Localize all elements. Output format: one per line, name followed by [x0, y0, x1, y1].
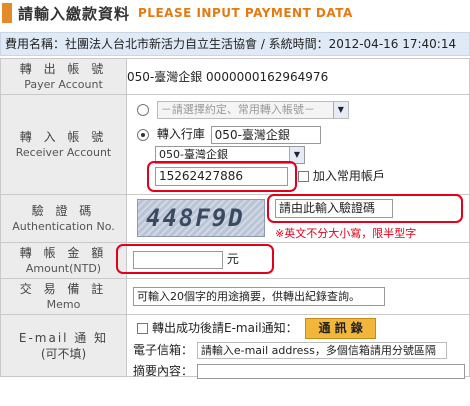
- bank-field[interactable]: 050-臺灣企銀: [210, 125, 321, 144]
- payer-label: 轉 出 帳 號 Payer Account: [0, 58, 127, 95]
- add-frequent-checkbox[interactable]: [297, 171, 309, 182]
- amount-label-zh: 轉 帳 金 額: [19, 245, 108, 260]
- email-notify-line: 轉出成功後請E-mail通知： 通 訊 錄: [137, 318, 376, 339]
- auth-cell: 448F9D 請由此輸入驗證碼 ※英文不分大小寫，限半型字: [126, 194, 470, 243]
- receiver-label-en: Receiver Account: [15, 145, 112, 159]
- email-notify-label: 轉出成功後請E-mail通知：: [152, 321, 298, 335]
- page-title-english: PLEASE INPUT PAYMENT DATA: [138, 6, 353, 20]
- amount-cell: 元: [116, 242, 470, 279]
- page-title: 請輸入繳款資料: [18, 4, 131, 23]
- auth-highlight-ring: [267, 194, 463, 223]
- email-label: E-mail 通 知 (可不填): [0, 314, 127, 377]
- payment-form: 轉 出 帳 號 Payer Account 050-臺灣企銀 000000016…: [0, 58, 470, 379]
- captcha-image: 448F9D: [137, 199, 265, 237]
- payer-account-value: 050-臺灣企銀 0000000162964976: [126, 58, 470, 95]
- account-highlight-ring: [147, 161, 297, 192]
- email-cell: 轉出成功後請E-mail通知： 通 訊 錄 電子信箱： 請輸入e-mail ad…: [126, 314, 470, 379]
- header-accent-bar: [2, 3, 12, 23]
- mailbox-label: 電子信箱：: [133, 343, 194, 357]
- preset-account-select[interactable]: －請選擇約定、常用轉入帳號－ ▼: [156, 101, 349, 119]
- summary-label: 摘要內容：: [133, 364, 194, 378]
- auth-label: 驗 證 碼 Authentication No.: [0, 194, 127, 243]
- email-row: E-mail 通 知 (可不填) 轉出成功後請E-mail通知： 通 訊 錄 電…: [0, 314, 470, 379]
- receiver-label: 轉 入 帳 號 Receiver Account: [0, 94, 127, 195]
- memo-cell: 可輸入20個字的用途摘要，供轉出紀錄查詢。: [126, 278, 470, 315]
- chevron-down-icon: ▼: [332, 102, 348, 118]
- preset-account-radio[interactable]: [137, 104, 149, 116]
- bank-account-option: 轉入行庫 050-臺灣企銀: [137, 125, 321, 144]
- address-book-button[interactable]: 通 訊 錄: [305, 318, 376, 339]
- memo-label: 交 易 備 註 Memo: [0, 278, 127, 315]
- memo-row: 交 易 備 註 Memo 可輸入20個字的用途摘要，供轉出紀錄查詢。: [0, 278, 470, 315]
- payer-row: 轉 出 帳 號 Payer Account 050-臺灣企銀 000000016…: [0, 58, 470, 95]
- amount-highlight-ring: [116, 244, 274, 274]
- email-label-sub: (可不填): [40, 346, 87, 361]
- auth-label-en: Authentication No.: [12, 219, 115, 233]
- mailbox-input[interactable]: 請輸入e-mail address，多個信箱請用分號區隔: [196, 342, 447, 359]
- page-header: 請輸入繳款資料 PLEASE INPUT PAYMENT DATA: [0, 0, 470, 26]
- amount-label-en: Amount(NTD): [25, 261, 102, 275]
- summary-input[interactable]: [196, 364, 465, 379]
- amount-row: 轉 帳 金 額 Amount(NTD) 元: [0, 242, 470, 279]
- memo-label-en: Memo: [46, 297, 81, 311]
- add-frequent-label: 加入常用帳戶: [312, 169, 385, 183]
- preset-account-option: －請選擇約定、常用轉入帳號－ ▼: [137, 101, 349, 119]
- receiver-label-zh: 轉 入 帳 號: [19, 129, 108, 144]
- bank-label: 轉入行庫: [156, 127, 205, 141]
- email-notify-checkbox[interactable]: [137, 323, 148, 334]
- email-mailbox-line: 電子信箱： 請輸入e-mail address，多個信箱請用分號區隔: [133, 341, 469, 359]
- preset-account-select-value: －請選擇約定、常用轉入帳號－: [160, 103, 315, 116]
- fee-info-bar: 費用名稱：社團法人台北市新活力自立生活協會 / 系統時間：2012-04-16 …: [0, 32, 470, 56]
- receiver-cell: －請選擇約定、常用轉入帳號－ ▼ 轉入行庫 050-臺灣企銀 050-臺灣企銀 …: [126, 94, 470, 195]
- bank-account-radio[interactable]: [137, 128, 149, 141]
- email-summary-line: 摘要內容：: [133, 362, 465, 379]
- auth-warning: ※英文不分大小寫，限半型字: [275, 227, 417, 240]
- receiver-row: 轉 入 帳 號 Receiver Account －請選擇約定、常用轉入帳號－ …: [0, 94, 470, 195]
- auth-row: 驗 證 碼 Authentication No. 448F9D 請由此輸入驗證碼…: [0, 194, 470, 243]
- memo-input[interactable]: 可輸入20個字的用途摘要，供轉出紀錄查詢。: [133, 287, 385, 306]
- memo-label-zh: 交 易 備 註: [19, 281, 108, 296]
- captcha-code: 448F9D: [146, 204, 245, 232]
- payer-label-zh: 轉 出 帳 號: [19, 61, 108, 76]
- payer-label-en: Payer Account: [24, 77, 103, 91]
- amount-label: 轉 帳 金 額 Amount(NTD): [0, 242, 127, 279]
- bank-select-value: 050-臺灣企銀: [159, 148, 228, 161]
- auth-label-zh: 驗 證 碼: [31, 203, 96, 218]
- email-label-zh: E-mail 通 知: [18, 330, 109, 345]
